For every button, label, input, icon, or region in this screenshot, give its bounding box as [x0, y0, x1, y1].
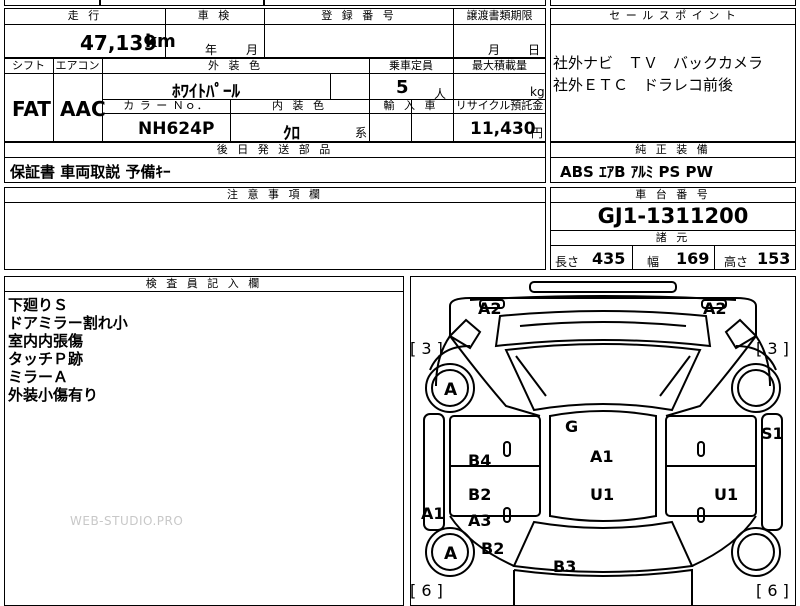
sales-points-label: セ ー ル ス ポ イ ン ト	[609, 9, 737, 22]
bracket-6-right: [ 6 ]	[756, 581, 789, 600]
shift-label: シフト	[12, 59, 45, 72]
registration-label: 登 録 番 号	[321, 9, 397, 22]
damage-b2-left: B2	[468, 485, 492, 504]
damage-a2-right: A2	[703, 299, 727, 318]
height-label: 高さ	[724, 255, 749, 269]
ac-label: エアコン	[55, 59, 100, 72]
interior-suffix: 系	[355, 126, 368, 140]
year-unit: 年	[205, 43, 218, 57]
length-value: 435	[592, 249, 626, 268]
mileage-unit: km	[145, 31, 176, 52]
damage-wheel-front-left: A	[444, 380, 458, 400]
notes-label: 注 意 事 項 欄	[227, 188, 323, 201]
sales-point-line-1: 社外ナビ ＴＶ バックカメラ	[553, 54, 764, 72]
car-diagram	[423, 281, 783, 606]
later-parts-label: 後 日 発 送 部 品	[216, 143, 334, 156]
top-strip	[4, 0, 100, 6]
damage-b3: B3	[553, 557, 577, 576]
sales-point-line-2: 社外ＥＴＣ ドラレコ前後	[553, 76, 734, 94]
transfer-label: 譲渡書類期限	[466, 9, 533, 22]
import-label: 輸 入 車	[383, 99, 439, 112]
damage-u1-center: U1	[590, 485, 615, 504]
color-no-label: カ ラ ー Ｎｏ．	[123, 99, 209, 112]
recycle-unit: 円	[531, 126, 544, 140]
inspector-line-6: 外装小傷有り	[8, 386, 99, 404]
chassis-value: GJ1-1311200	[597, 204, 749, 228]
transfer-day-unit: 日	[528, 43, 541, 57]
bracket-3-left: [ 3 ]	[410, 339, 443, 358]
max-load-label: 最大積載量	[472, 59, 527, 72]
length-label: 長さ	[555, 255, 580, 269]
shift-value: FAT	[12, 97, 51, 121]
recycle-value: 11,430	[470, 119, 536, 139]
damage-s1: S1	[761, 424, 784, 443]
top-strip-4	[550, 0, 796, 6]
width-label: 幅	[647, 255, 660, 269]
damage-wheel-rear-left: A	[444, 544, 458, 564]
later-parts-value: 保証書 車両取説 予備ｷｰ	[10, 163, 171, 181]
mileage-label: 走 行	[67, 9, 103, 22]
damage-a1-roof: A1	[590, 447, 614, 466]
dimensions-label: 諸 元	[655, 231, 691, 244]
equipment-label: 純 正 装 備	[635, 143, 711, 156]
exterior-color-label: 外 装 色	[208, 59, 263, 72]
interior-color-value: ｸﾛ	[283, 124, 300, 144]
inspection-label: 車 検	[197, 9, 233, 22]
watermark: WEB-STUDIO.PRO	[70, 514, 184, 528]
damage-b4: B4	[468, 451, 492, 470]
top-strip-3	[264, 0, 546, 6]
capacity-label: 乗車定員	[389, 59, 433, 72]
month-unit: 月	[246, 43, 259, 57]
top-strip-2	[100, 0, 264, 6]
transfer-month-unit: 月	[488, 43, 501, 57]
damage-g: G	[565, 417, 579, 436]
bracket-6-left: [ 6 ]	[410, 581, 443, 600]
damage-b2-lower: B2	[481, 539, 505, 558]
damage-u1-right: U1	[714, 485, 739, 504]
damage-a2-left: A2	[478, 299, 502, 318]
load-unit: kg	[530, 85, 545, 99]
bracket-3-right: [ 3 ]	[756, 339, 789, 358]
capacity-value: 5	[396, 77, 409, 98]
ac-value: AAC	[60, 97, 106, 121]
recycle-label: リサイクル預託金	[455, 99, 544, 112]
width-value: 169	[676, 249, 710, 268]
height-value: 153	[757, 249, 791, 268]
color-no-value: NH624P	[138, 119, 215, 139]
inspector-label: 検 査 員 記 入 欄	[145, 277, 263, 290]
interior-color-label: 内 装 色	[272, 99, 327, 112]
damage-a1-left: A1	[421, 504, 445, 523]
chassis-label: 車 台 番 号	[635, 188, 711, 201]
damage-a3-left: A3	[468, 511, 492, 530]
equipment-value: ABS ｴｱB ｱﾙﾐ PS PW	[560, 163, 714, 181]
